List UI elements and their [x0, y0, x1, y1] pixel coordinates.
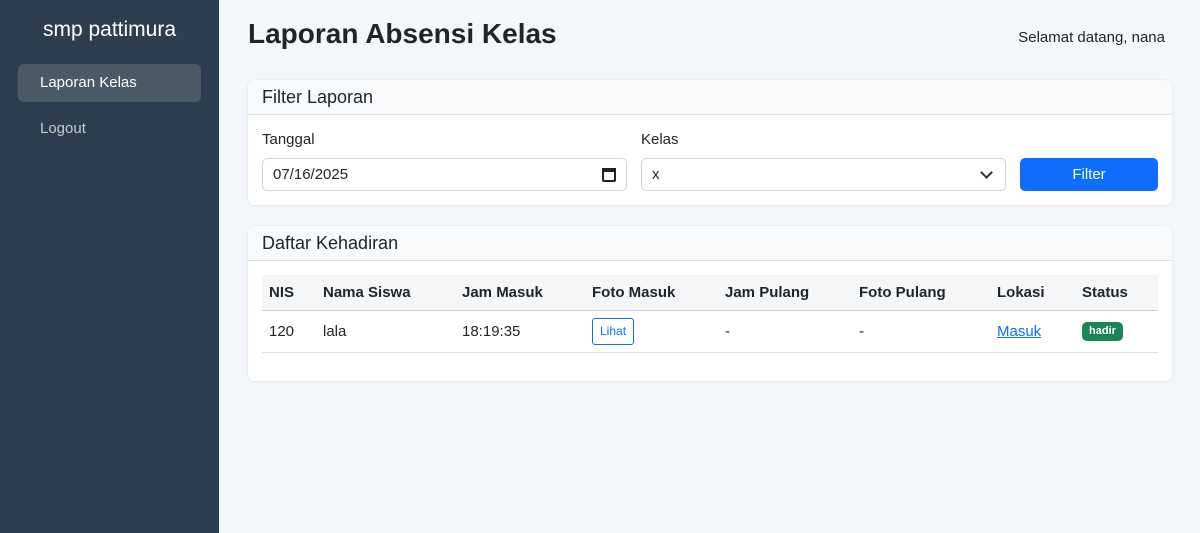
col-foto-masuk: Foto Masuk	[585, 275, 718, 311]
date-input[interactable]: 07/16/2025	[262, 158, 627, 191]
col-status: Status	[1075, 275, 1158, 311]
filter-card: Filter Laporan Tanggal 07/16/2025 Kelas …	[248, 80, 1172, 205]
col-foto-pulang: Foto Pulang	[852, 275, 990, 311]
sidebar-item-logout[interactable]: Logout	[18, 110, 201, 148]
calendar-icon[interactable]	[602, 167, 616, 182]
cell-jam-pulang: -	[718, 310, 852, 353]
view-photo-button[interactable]: Lihat	[592, 317, 635, 345]
date-label: Tanggal	[262, 131, 315, 148]
filter-button[interactable]: Filter	[1020, 158, 1158, 191]
cell-nis: 120	[262, 310, 316, 353]
location-link[interactable]: Masuk	[997, 323, 1041, 340]
table-row: 120 lala 18:19:35 Lihat - - Masuk hadir	[262, 310, 1158, 353]
attendance-card-title: Daftar Kehadiran	[248, 226, 1172, 261]
status-badge: hadir	[1082, 322, 1123, 341]
table-header-row: NIS Nama Siswa Jam Masuk Foto Masuk Jam …	[262, 275, 1158, 311]
attendance-card: Daftar Kehadiran NIS Nama Siswa Jam Masu…	[248, 226, 1172, 381]
date-value: 07/16/2025	[273, 166, 349, 183]
attendance-table: NIS Nama Siswa Jam Masuk Foto Masuk Jam …	[262, 275, 1158, 353]
cell-foto-masuk: Lihat	[585, 310, 718, 353]
class-label: Kelas	[641, 131, 679, 148]
col-jam-masuk: Jam Masuk	[455, 275, 585, 311]
cell-jam-masuk: 18:19:35	[455, 310, 585, 353]
top-bar: Laporan Absensi Kelas Selamat datang, na…	[248, 0, 1172, 80]
class-field-group: Kelas x	[641, 131, 1006, 191]
cell-lokasi: Masuk	[990, 310, 1075, 353]
welcome-text: Selamat datang, nana	[1018, 29, 1165, 46]
cell-nama: lala	[316, 310, 455, 353]
page-title: Laporan Absensi Kelas	[248, 18, 557, 49]
class-value: x	[652, 166, 660, 183]
cell-foto-pulang: -	[852, 310, 990, 353]
class-select[interactable]: x	[641, 158, 1006, 191]
sidebar: smp pattimura Laporan Kelas Logout	[0, 0, 219, 533]
filter-card-title: Filter Laporan	[248, 80, 1172, 115]
col-lokasi: Lokasi	[990, 275, 1075, 311]
sidebar-item-laporan-kelas[interactable]: Laporan Kelas	[18, 64, 201, 102]
cell-status: hadir	[1075, 310, 1158, 353]
date-field-group: Tanggal 07/16/2025	[262, 131, 627, 191]
col-nama-siswa: Nama Siswa	[316, 275, 455, 311]
col-jam-pulang: Jam Pulang	[718, 275, 852, 311]
brand-name: smp pattimura	[42, 18, 177, 41]
main-content: Laporan Absensi Kelas Selamat datang, na…	[219, 0, 1200, 533]
chevron-down-icon	[980, 165, 993, 179]
col-nis: NIS	[262, 275, 316, 311]
